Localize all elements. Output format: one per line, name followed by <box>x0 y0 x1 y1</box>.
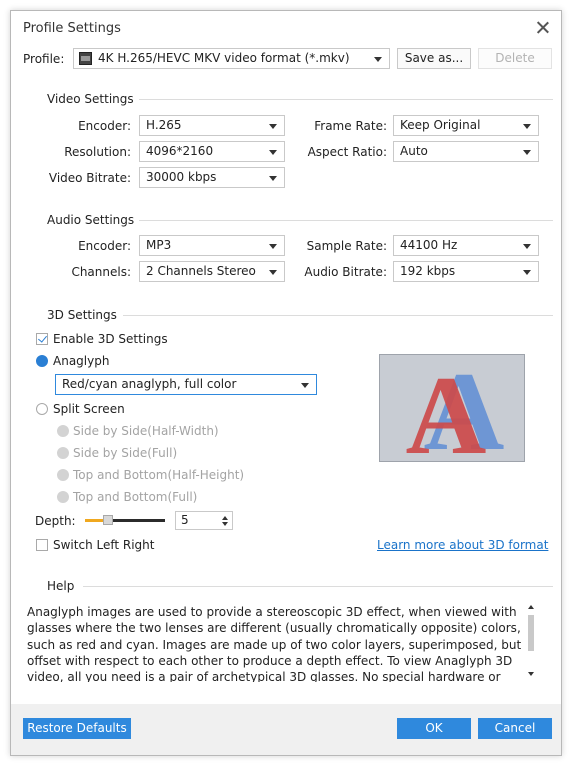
video-encoder-select[interactable]: H.265 <box>139 115 285 136</box>
anaglyph-type-select[interactable]: Red/cyan anaglyph, full color <box>55 374 317 395</box>
top-bottom-half-label: Top and Bottom(Half-Height) <box>73 468 245 482</box>
chevron-down-icon <box>269 124 277 129</box>
help-text: Anaglyph images are used to provide a st… <box>27 605 522 682</box>
split-screen-label: Split Screen <box>53 402 125 416</box>
channels-value: 2 Channels Stereo <box>146 264 256 278</box>
chevron-down-icon <box>523 124 531 129</box>
anaglyph-radio[interactable] <box>36 355 48 367</box>
audio-settings-title: Audio Settings <box>47 213 135 227</box>
chevron-down-icon <box>269 176 277 181</box>
cancel-button[interactable]: Cancel <box>478 718 552 739</box>
depth-spinbox[interactable]: 5 <box>175 511 233 530</box>
split-screen-radio[interactable] <box>36 403 48 415</box>
sample-rate-label: Sample Rate: <box>306 239 387 253</box>
window-title: Profile Settings <box>23 21 121 36</box>
chevron-down-icon <box>523 270 531 275</box>
divider <box>123 315 553 316</box>
audio-bitrate-value: 192 kbps <box>400 264 456 278</box>
frame-rate-select[interactable]: Keep Original <box>393 115 539 136</box>
preview-letter-red: A <box>406 355 487 463</box>
ok-button[interactable]: OK <box>397 718 471 739</box>
restore-defaults-button[interactable]: Restore Defaults <box>23 718 131 739</box>
depth-slider-thumb[interactable] <box>103 515 113 525</box>
audio-encoder-select[interactable]: MP3 <box>139 235 285 256</box>
depth-slider[interactable] <box>85 519 165 522</box>
resolution-value: 4096*2160 <box>146 144 214 158</box>
anaglyph-type-value: Red/cyan anaglyph, full color <box>62 377 237 391</box>
chevron-down-icon <box>523 244 531 249</box>
depth-slider-fill <box>85 519 105 522</box>
scroll-up-icon[interactable] <box>528 605 534 609</box>
video-bitrate-value: 30000 kbps <box>146 170 217 184</box>
channels-select[interactable]: 2 Channels Stereo <box>139 261 285 282</box>
divider <box>83 586 553 587</box>
chevron-down-icon <box>301 383 309 388</box>
profile-select[interactable]: 4K H.265/HEVC MKV video format (*.mkv) <box>73 48 390 69</box>
anaglyph-preview: A A <box>379 350 525 478</box>
spin-up-icon[interactable] <box>222 516 228 520</box>
channels-label: Channels: <box>71 265 131 279</box>
save-as-button[interactable]: Save as... <box>397 48 471 69</box>
video-bitrate-select[interactable]: 30000 kbps <box>139 167 285 188</box>
depth-label: Depth: <box>35 514 76 528</box>
frame-rate-value: Keep Original <box>400 118 481 132</box>
top-bottom-full-label: Top and Bottom(Full) <box>73 490 198 504</box>
profile-settings-dialog: Profile Settings Profile: 4K H.265/HEVC … <box>10 10 562 756</box>
frame-rate-label: Frame Rate: <box>314 119 387 133</box>
3d-settings-title: 3D Settings <box>47 308 117 322</box>
video-encoder-value: H.265 <box>146 118 182 132</box>
audio-encoder-label: Encoder: <box>78 239 131 253</box>
title-bar: Profile Settings <box>11 11 561 45</box>
profile-label: Profile: <box>23 52 65 66</box>
profile-value: 4K H.265/HEVC MKV video format (*.mkv) <box>98 51 350 65</box>
audio-bitrate-select[interactable]: 192 kbps <box>393 261 539 282</box>
close-icon[interactable] <box>533 18 553 38</box>
dialog-footer: Restore Defaults OK Cancel <box>11 704 561 755</box>
enable-3d-label: Enable 3D Settings <box>53 332 168 346</box>
audio-encoder-value: MP3 <box>146 238 172 252</box>
side-by-side-half-label: Side by Side(Half-Width) <box>73 424 219 438</box>
anaglyph-label: Anaglyph <box>53 354 110 368</box>
side-by-side-full-radio[interactable] <box>57 447 69 459</box>
enable-3d-checkbox[interactable] <box>36 333 48 345</box>
aspect-ratio-value: Auto <box>400 144 428 158</box>
depth-value: 5 <box>181 513 189 527</box>
resolution-select[interactable]: 4096*2160 <box>139 141 285 162</box>
help-title: Help <box>47 579 75 593</box>
chevron-down-icon <box>269 150 277 155</box>
help-scrollbar-thumb[interactable] <box>528 615 534 651</box>
spin-down-icon[interactable] <box>222 522 228 526</box>
video-bitrate-label: Video Bitrate: <box>48 171 131 185</box>
resolution-label: Resolution: <box>64 145 131 159</box>
chevron-down-icon <box>374 57 382 62</box>
aspect-ratio-label: Aspect Ratio: <box>307 145 387 159</box>
video-settings-title: Video Settings <box>47 92 134 106</box>
delete-button[interactable]: Delete <box>478 48 552 69</box>
switch-left-right-checkbox[interactable] <box>36 539 48 551</box>
sample-rate-value: 44100 Hz <box>400 238 458 252</box>
side-by-side-full-label: Side by Side(Full) <box>73 446 178 460</box>
top-bottom-half-radio[interactable] <box>57 469 69 481</box>
chevron-down-icon <box>269 270 277 275</box>
sample-rate-select[interactable]: 44100 Hz <box>393 235 539 256</box>
chevron-down-icon <box>269 244 277 249</box>
aspect-ratio-select[interactable]: Auto <box>393 141 539 162</box>
switch-left-right-label: Switch Left Right <box>53 538 155 552</box>
anaglyph-a-image: A A <box>406 350 505 478</box>
video-encoder-label: Encoder: <box>78 119 131 133</box>
mkv-file-icon <box>79 52 92 65</box>
audio-bitrate-label: Audio Bitrate: <box>304 265 387 279</box>
divider <box>139 99 553 100</box>
chevron-down-icon <box>523 150 531 155</box>
divider <box>139 220 553 221</box>
scroll-down-icon[interactable] <box>528 672 534 676</box>
side-by-side-half-radio[interactable] <box>57 425 69 437</box>
top-bottom-full-radio[interactable] <box>57 491 69 503</box>
learn-more-3d-link[interactable]: Learn more about 3D format <box>377 538 548 552</box>
